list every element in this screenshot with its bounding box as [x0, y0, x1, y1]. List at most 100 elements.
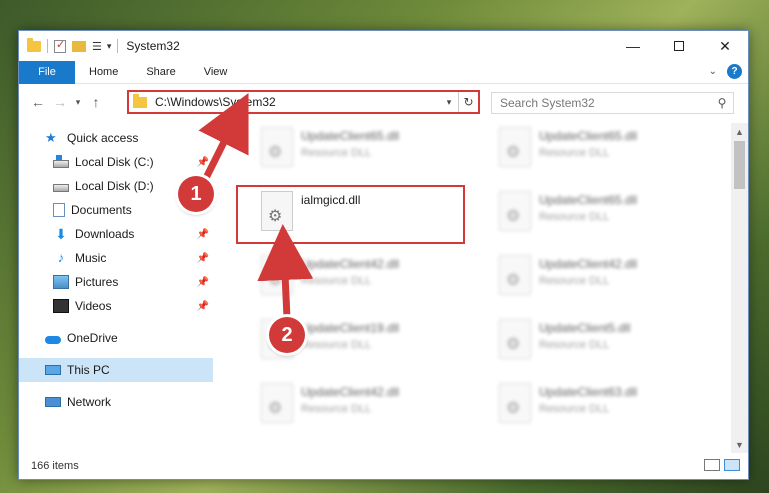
search-input[interactable]: [500, 96, 711, 110]
step-2-badge: 2: [269, 317, 305, 353]
help-icon[interactable]: ?: [727, 64, 742, 79]
sidebar-item-label: Local Disk (C:): [75, 155, 154, 169]
sidebar-item-label: Pictures: [75, 275, 119, 289]
pin-icon[interactable]: 📌: [197, 157, 209, 168]
sidebar-item-local-disk-c[interactable]: Local Disk (C:) 📌: [19, 150, 213, 174]
refresh-icon[interactable]: ↻: [458, 92, 478, 112]
file-type: Resource DLL: [539, 339, 610, 351]
sidebar-item-label: Quick access: [67, 131, 139, 145]
dll-file-icon: [499, 127, 531, 167]
sidebar-item-onedrive[interactable]: OneDrive: [19, 326, 213, 350]
dll-file-icon: [499, 319, 531, 359]
tab-file[interactable]: File: [19, 60, 75, 84]
tiles-view-icon[interactable]: [724, 459, 740, 471]
scroll-up-icon[interactable]: ▲: [731, 123, 748, 140]
chevron-down-icon[interactable]: ▾: [440, 97, 458, 108]
file-type: Resource DLL: [539, 275, 610, 287]
file-tile[interactable]: UpdateClient42.dll Resource DLL: [255, 251, 475, 301]
title-bar: ☰ ▾ System32 — ✕: [19, 31, 748, 61]
address-bar[interactable]: C:\Windows\System32 ▾ ↻: [127, 90, 480, 114]
window-controls: — ✕: [610, 31, 748, 61]
sidebar-item-label: Downloads: [75, 227, 135, 241]
new-folder-icon[interactable]: [72, 40, 86, 52]
vertical-scrollbar[interactable]: ▲ ▼: [731, 123, 748, 453]
search-box[interactable]: ⚲: [491, 92, 734, 114]
pin-icon[interactable]: 📌: [197, 229, 209, 240]
file-tile[interactable]: UpdateClient5.dll Resource DLL: [493, 315, 713, 365]
tab-share[interactable]: Share: [132, 61, 189, 84]
minimize-button[interactable]: —: [610, 31, 656, 61]
file-tile[interactable]: UpdateClient63.dll Resource DLL: [493, 379, 713, 429]
pin-icon[interactable]: 📌: [197, 301, 209, 312]
file-tile[interactable]: UpdateClient42.dll Resource DLL: [493, 251, 713, 301]
file-name: UpdateClient19.dll: [301, 321, 400, 335]
tab-home[interactable]: Home: [75, 61, 132, 84]
file-name: UpdateClient42.dll: [301, 257, 400, 271]
folder-icon[interactable]: [27, 37, 41, 52]
file-name: UpdateClient42.dll: [539, 257, 638, 271]
videos-icon: [53, 299, 69, 313]
file-type: Resource DLL: [539, 211, 610, 223]
file-type: Resource DLL: [301, 275, 372, 287]
status-bar: 166 items: [19, 453, 748, 479]
sidebar-item-pictures[interactable]: Pictures 📌: [19, 270, 213, 294]
cloud-icon: [45, 335, 61, 344]
sidebar-item-music[interactable]: ♪ Music 📌: [19, 246, 213, 270]
sidebar-item-label: Network: [67, 395, 112, 409]
pin-icon[interactable]: 📌: [197, 277, 209, 288]
address-path[interactable]: C:\Windows\System32: [155, 95, 440, 109]
details-view-icon[interactable]: [704, 459, 720, 471]
file-tile[interactable]: UpdateClient65.dll Resource DLL: [493, 187, 713, 237]
pictures-icon: [53, 275, 69, 289]
network-icon: [45, 397, 61, 407]
ribbon-right-controls: ⌄ ?: [709, 64, 742, 79]
file-tile[interactable]: UpdateClient65.dll Resource DLL: [255, 123, 475, 173]
forward-arrow-icon[interactable]: →: [49, 94, 71, 110]
sidebar-item-label: Videos: [75, 299, 112, 313]
customize-icon[interactable]: ☰: [92, 40, 102, 53]
sidebar-item-downloads[interactable]: ⬇ Downloads 📌: [19, 222, 213, 246]
expand-ribbon-icon[interactable]: ⌄: [709, 66, 717, 77]
properties-icon[interactable]: [54, 38, 66, 53]
file-name: UpdateClient65.dll: [539, 129, 638, 143]
sidebar-item-videos[interactable]: Videos 📌: [19, 294, 213, 318]
sidebar-item-this-pc[interactable]: This PC: [19, 358, 213, 382]
chevron-down-icon[interactable]: ▾: [107, 41, 112, 52]
file-type: Resource DLL: [301, 147, 372, 159]
explorer-window: ☰ ▾ System32 — ✕ File Home Share View ⌄ …: [18, 30, 749, 480]
up-arrow-icon[interactable]: ↑: [85, 94, 107, 110]
close-button[interactable]: ✕: [702, 31, 748, 61]
sidebar-item-network[interactable]: Network: [19, 390, 213, 414]
ribbon-tabs: File Home Share View ⌄ ?: [19, 60, 748, 84]
quick-access-toolbar: ☰ ▾: [19, 37, 119, 53]
sidebar-item-label: Documents: [71, 203, 132, 217]
tab-view[interactable]: View: [190, 61, 242, 84]
file-name: UpdateClient65.dll: [301, 129, 400, 143]
dll-file-icon: [261, 255, 293, 295]
scroll-thumb[interactable]: [734, 141, 745, 189]
file-tile[interactable]: UpdateClient65.dll Resource DLL: [493, 123, 713, 173]
pin-icon[interactable]: 📌: [197, 253, 209, 264]
dll-file-icon: [261, 127, 293, 167]
scroll-down-icon[interactable]: ▼: [731, 436, 748, 453]
file-name: UpdateClient63.dll: [539, 385, 638, 399]
music-icon: ♪: [57, 250, 65, 265]
sidebar-item-label: OneDrive: [67, 331, 118, 345]
search-icon[interactable]: ⚲: [711, 96, 733, 110]
dll-file-icon: [499, 191, 531, 231]
dll-file-icon: [499, 255, 531, 295]
back-arrow-icon[interactable]: ←: [27, 94, 49, 110]
maximize-button[interactable]: [656, 31, 702, 61]
sidebar-item-label: This PC: [67, 363, 110, 377]
dll-file-icon: [499, 383, 531, 423]
target-file-highlight: [236, 185, 465, 244]
maximize-icon: [674, 41, 684, 51]
file-tile[interactable]: UpdateClient42.dll Resource DLL: [255, 379, 475, 429]
address-row: ← → ▾ ↑ C:\Windows\System32 ▾ ↻ ⚲: [19, 84, 748, 120]
navigation-pane: ★ Quick access Local Disk (C:) 📌 Local D…: [19, 126, 213, 451]
sidebar-item-quick-access[interactable]: ★ Quick access: [19, 126, 213, 150]
window-title: System32: [126, 39, 180, 53]
sidebar-item-label: Music: [75, 251, 107, 265]
file-type: Resource DLL: [301, 403, 372, 415]
recent-locations-icon[interactable]: ▾: [71, 97, 85, 108]
